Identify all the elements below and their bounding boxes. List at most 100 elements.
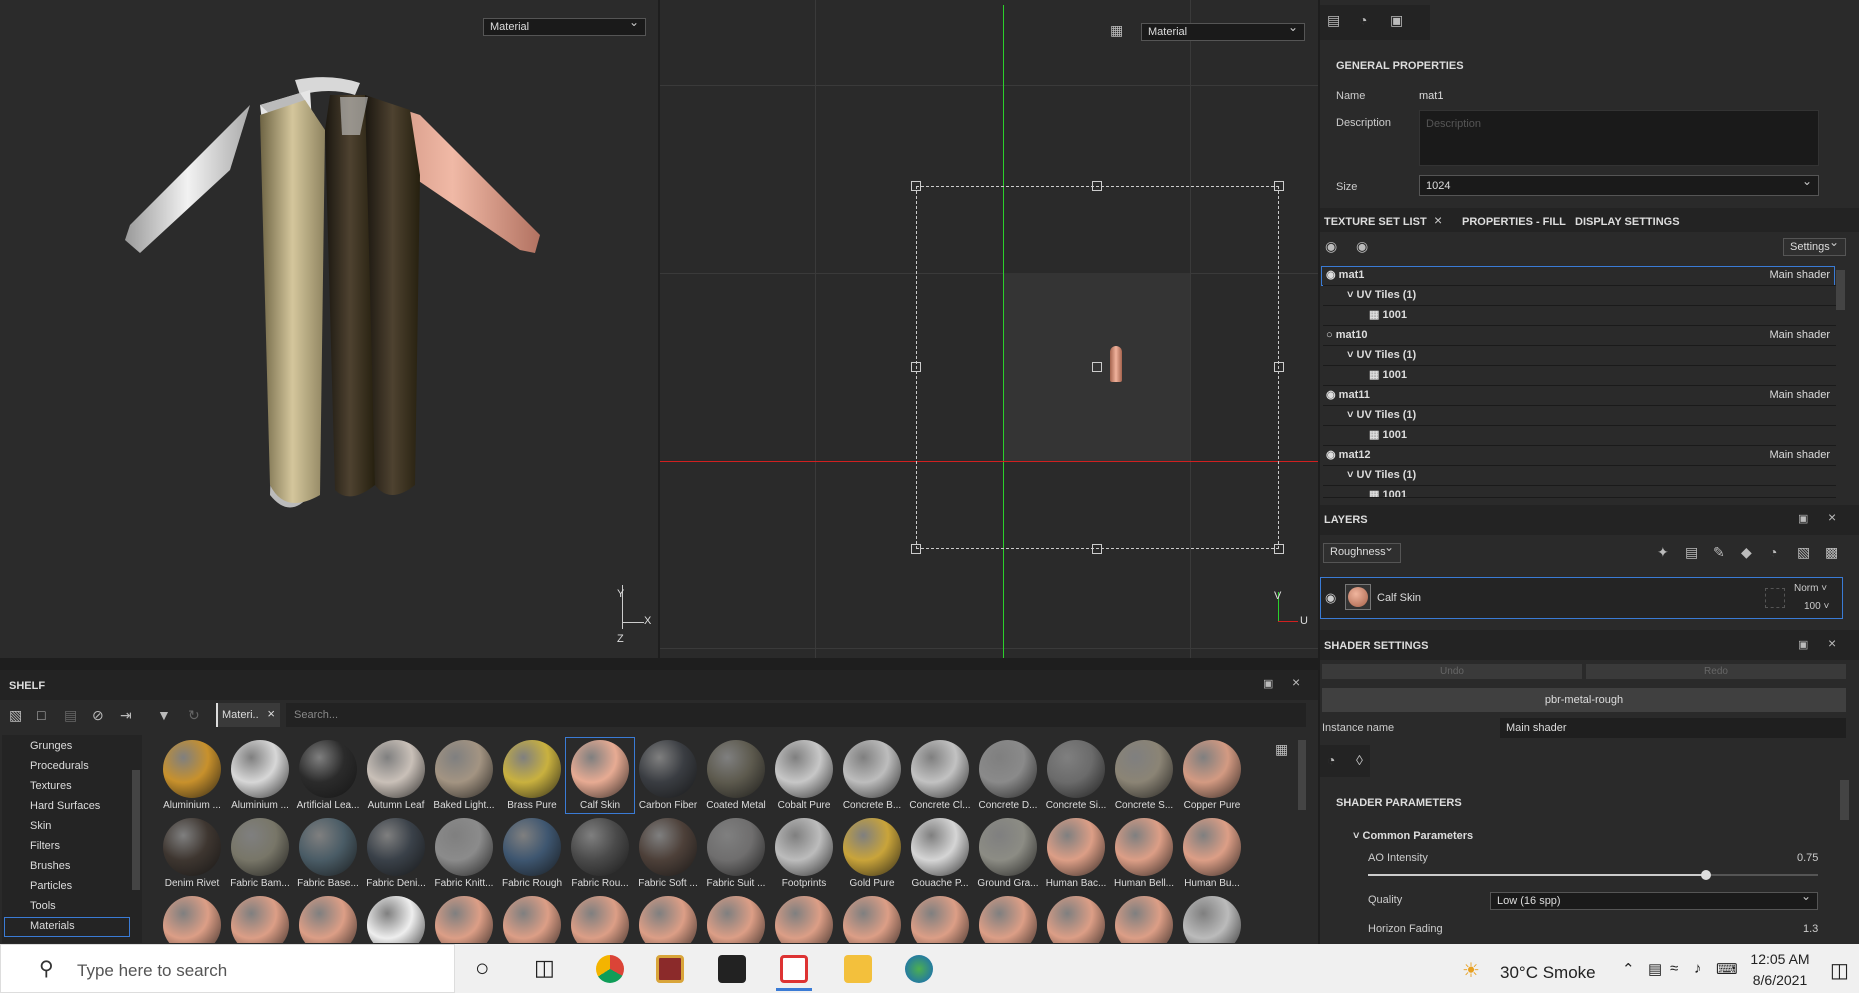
- name-value[interactable]: mat1: [1419, 90, 1443, 102]
- material-thumbnail[interactable]: [704, 896, 768, 943]
- material-thumbnail[interactable]: [1112, 896, 1176, 943]
- material-thumbnail[interactable]: [840, 896, 904, 943]
- eye-icon[interactable]: ◉: [1326, 269, 1336, 281]
- new-item-icon[interactable]: □: [37, 707, 45, 723]
- notification-icon[interactable]: ◫: [1830, 958, 1849, 983]
- save-icon[interactable]: ▤: [64, 707, 77, 724]
- close-icon[interactable]: ×: [1828, 635, 1836, 651]
- material-thumbnail[interactable]: [228, 896, 292, 943]
- texture-set-mat11[interactable]: ◉ mat11 Main shader: [1323, 386, 1836, 406]
- size-select[interactable]: 1024: [1419, 173, 1819, 196]
- undo-button[interactable]: Undo: [1322, 664, 1582, 679]
- shelf-category[interactable]: Filters: [30, 840, 60, 852]
- texture-set-settings-icon[interactable]: ▤: [1327, 12, 1340, 29]
- shelf-category[interactable]: Skin: [30, 820, 51, 832]
- material-thumbnail[interactable]: Fabric Knitt...: [432, 818, 496, 889]
- quality-select[interactable]: Low (16 spp): [1490, 890, 1818, 910]
- file-explorer-icon[interactable]: [844, 955, 872, 983]
- clock-date[interactable]: 8/6/2021: [1748, 972, 1812, 988]
- viewport-3d-mode-select[interactable]: Material: [483, 16, 646, 36]
- shelf-scrollbar[interactable]: [1298, 740, 1306, 810]
- material-thumbnail[interactable]: [364, 896, 428, 943]
- shelf-category[interactable]: Textures: [30, 780, 72, 792]
- close-tab-icon[interactable]: ×: [1434, 212, 1442, 228]
- opacity-select[interactable]: 100 ˅: [1804, 601, 1829, 612]
- clock-time[interactable]: 12:05 AM: [1748, 951, 1812, 967]
- material-thumbnail[interactable]: Concrete S...: [1112, 740, 1176, 811]
- add-layer-icon[interactable]: ▤: [1685, 544, 1698, 561]
- material-thumbnail[interactable]: [1180, 896, 1244, 943]
- material-thumbnail[interactable]: Concrete Cl...: [908, 740, 972, 811]
- uv-tiles-row[interactable]: ˅ UV Tiles (1): [1323, 406, 1836, 426]
- material-thumbnail[interactable]: Carbon Fiber: [636, 740, 700, 811]
- layer-row-calf-skin[interactable]: ◉ Calf Skin Norm ˅ 100 ˅: [1320, 577, 1843, 619]
- material-thumbnail[interactable]: Artificial Lea...: [296, 740, 360, 811]
- mask-icon[interactable]: ◔: [1769, 544, 1777, 560]
- tile-row[interactable]: ▦ 1001: [1323, 426, 1836, 446]
- texture-set-scrollbar[interactable]: [1836, 270, 1845, 310]
- refresh-icon[interactable]: ↻: [188, 707, 200, 724]
- chrome-icon[interactable]: [596, 955, 624, 983]
- shelf-category[interactable]: Grunges: [30, 740, 72, 752]
- task-view-icon[interactable]: ◫: [534, 955, 555, 981]
- shelf-category[interactable]: Particles: [30, 880, 72, 892]
- shader-params-scrollbar[interactable]: [1840, 780, 1849, 820]
- tile-row[interactable]: ▦ 1001: [1323, 306, 1836, 326]
- cortana-icon[interactable]: ○: [475, 955, 490, 983]
- shelf-category[interactable]: Procedurals: [30, 760, 89, 772]
- eye-closed-icon[interactable]: ○: [1326, 329, 1333, 341]
- material-thumbnail[interactable]: Fabric Deni...: [364, 818, 428, 889]
- shader-icon[interactable]: ◔: [1359, 12, 1367, 28]
- material-thumbnail[interactable]: Concrete D...: [976, 740, 1040, 811]
- tile-row[interactable]: ▦ 1001: [1323, 366, 1836, 386]
- material-thumbnail[interactable]: [908, 896, 972, 943]
- uv-tiles-row[interactable]: ˅ UV Tiles (1): [1323, 466, 1836, 486]
- uv-tiles-row[interactable]: ˅ UV Tiles (1): [1323, 346, 1836, 366]
- fill-icon[interactable]: ◆: [1741, 544, 1752, 561]
- brush-icon[interactable]: ✎: [1713, 544, 1725, 561]
- maximize-icon[interactable]: ▣: [1798, 638, 1808, 651]
- material-thumbnail[interactable]: Fabric Soft ...: [636, 818, 700, 889]
- material-thumbnail[interactable]: Fabric Rough: [500, 818, 564, 889]
- material-thumbnail[interactable]: Denim Rivet: [160, 818, 224, 889]
- eye-icon[interactable]: ◉: [1356, 238, 1368, 255]
- material-thumbnail[interactable]: Concrete B...: [840, 740, 904, 811]
- material-thumbnail[interactable]: Fabric Rou...: [568, 818, 632, 889]
- shader-select-button[interactable]: pbr-metal-rough: [1322, 688, 1846, 712]
- material-thumbnail[interactable]: Footprints: [772, 818, 836, 889]
- close-icon[interactable]: ×: [1292, 674, 1300, 690]
- shelf-category-selected[interactable]: Materials: [30, 920, 75, 932]
- material-thumbnail[interactable]: [500, 896, 564, 943]
- material-thumbnail[interactable]: [1044, 896, 1108, 943]
- winrar-icon[interactable]: [656, 955, 684, 983]
- material-thumbnail[interactable]: Human Bell...: [1112, 818, 1176, 889]
- material-thumbnail[interactable]: [568, 896, 632, 943]
- material-thumbnail[interactable]: Human Bu...: [1180, 818, 1244, 889]
- material-thumbnail[interactable]: Calf Skin: [565, 737, 635, 814]
- ao-intensity-slider[interactable]: [1368, 870, 1818, 880]
- material-thumbnail[interactable]: Baked Light...: [432, 740, 496, 811]
- hide-icon[interactable]: ⊘: [92, 707, 104, 724]
- filter-icon[interactable]: ▼: [157, 707, 171, 723]
- shelf-category[interactable]: Hard Surfaces: [30, 800, 100, 812]
- material-thumbnail[interactable]: Fabric Suit ...: [704, 818, 768, 889]
- import-icon[interactable]: ⇥: [120, 707, 132, 724]
- material-thumbnail[interactable]: Human Bac...: [1044, 818, 1108, 889]
- tile-row[interactable]: ▦ 1001: [1323, 486, 1836, 498]
- eye-icon[interactable]: ◉: [1326, 449, 1336, 461]
- battery-icon[interactable]: ▤: [1648, 960, 1662, 978]
- shelf-search-input[interactable]: Search...: [286, 703, 1306, 727]
- uv-tiles-row[interactable]: ˅ UV Tiles (1): [1323, 286, 1836, 306]
- viewport-3d[interactable]: Material Y X Z: [0, 0, 658, 658]
- tray-chevron-icon[interactable]: ⌃: [1622, 960, 1635, 978]
- shelf-category[interactable]: Tools: [30, 900, 56, 912]
- close-icon[interactable]: ×: [1828, 509, 1836, 525]
- instance-name-input[interactable]: Main shader: [1500, 718, 1846, 738]
- description-input[interactable]: Description: [1419, 110, 1819, 166]
- material-thumbnail[interactable]: [160, 896, 224, 943]
- material-thumbnail[interactable]: [772, 896, 836, 943]
- material-thumbnail[interactable]: Brass Pure: [500, 740, 564, 811]
- trash-icon[interactable]: ▩: [1825, 544, 1838, 561]
- eye-icon[interactable]: ◉: [1326, 389, 1336, 401]
- material-thumbnail[interactable]: Fabric Base...: [296, 818, 360, 889]
